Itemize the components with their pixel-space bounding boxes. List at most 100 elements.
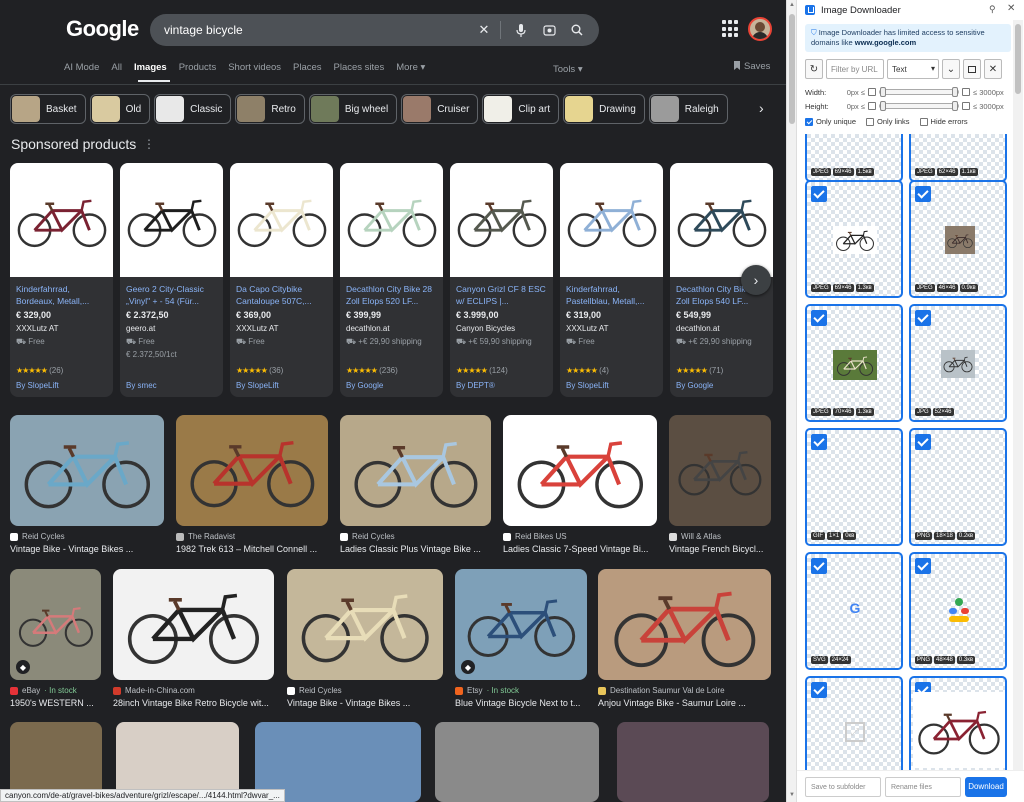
filter-chip-classic[interactable]: Classic bbox=[154, 94, 232, 124]
selected-checkbox[interactable] bbox=[811, 558, 827, 574]
result-image[interactable]: ◆ bbox=[10, 569, 101, 680]
product-image[interactable] bbox=[120, 163, 223, 277]
tab-places[interactable]: Places bbox=[293, 62, 322, 78]
result-image[interactable] bbox=[669, 415, 771, 526]
close-panel-icon[interactable]: ✕ bbox=[1007, 3, 1015, 14]
result-source[interactable]: Destination Saumur Val de Loire bbox=[598, 686, 771, 695]
product-title[interactable]: Kinderfahrrad, Pastellblau, Metall,... bbox=[566, 283, 657, 307]
selected-checkbox[interactable] bbox=[915, 310, 931, 326]
hide-errors-checkbox[interactable] bbox=[919, 117, 928, 126]
subfolder-input[interactable]: Save to subfolder bbox=[805, 776, 881, 797]
selected-checkbox[interactable] bbox=[811, 186, 827, 202]
hide-errors-option[interactable]: Hide errors bbox=[919, 117, 968, 126]
image-result[interactable]: Made-in-China.com 28inch Vintage Bike Re… bbox=[113, 569, 274, 708]
height-slider[interactable] bbox=[879, 101, 959, 111]
selected-checkbox[interactable] bbox=[811, 682, 827, 698]
filter-url-input[interactable]: Filter by URL bbox=[826, 59, 884, 79]
tab-short-videos[interactable]: Short videos bbox=[228, 62, 281, 78]
microphone-icon[interactable] bbox=[509, 18, 533, 42]
filter-chip-raleigh[interactable]: Raleigh bbox=[648, 94, 728, 124]
result-source[interactable]: The Radavist bbox=[176, 532, 328, 541]
only-unique-checkbox[interactable] bbox=[805, 117, 813, 126]
product-card[interactable]: Da Capo Citybike Cantaloupe 507C,... € 3… bbox=[230, 163, 333, 397]
camera-lens-icon[interactable] bbox=[537, 18, 561, 42]
only-links-option[interactable]: Only links bbox=[866, 117, 910, 126]
result-image[interactable] bbox=[113, 569, 274, 680]
image-result[interactable]: The Radavist 1982 Trek 613 – Mitchell Co… bbox=[176, 415, 328, 554]
result-source[interactable]: Etsy · In stock bbox=[455, 686, 587, 695]
apps-grid-icon[interactable] bbox=[722, 20, 740, 38]
saves-button[interactable]: Saves bbox=[733, 61, 770, 72]
product-title[interactable]: Canyon Grizl CF 8 ESC w/ ECLIPS |... bbox=[456, 283, 547, 307]
tab-all[interactable]: All bbox=[111, 62, 122, 78]
profile-avatar[interactable] bbox=[748, 17, 772, 41]
filter-mode-select[interactable]: Text bbox=[887, 59, 939, 79]
result-title[interactable]: Blue Vintage Bicycle Next to t... bbox=[455, 698, 587, 708]
image-result[interactable]: Reid Bikes US Ladies Classic 7-Speed Vin… bbox=[503, 415, 657, 554]
image-tile[interactable] bbox=[909, 676, 1007, 770]
refresh-button[interactable]: ↻ bbox=[805, 59, 823, 79]
image-result[interactable]: Reid Cycles Vintage Bike - Vintage Bikes… bbox=[10, 415, 164, 554]
image-tile[interactable]: JPEG 62×46 1.1кв bbox=[909, 134, 1007, 182]
scroll-up-arrow-icon[interactable]: ▲ bbox=[788, 2, 796, 8]
clear-icon[interactable]: ✕ bbox=[472, 18, 496, 42]
rename-files-input[interactable]: Rename files bbox=[885, 776, 961, 797]
tab-more[interactable]: More ▾ bbox=[396, 62, 425, 78]
result-source[interactable]: Reid Bikes US bbox=[503, 532, 657, 541]
panel-scroll-thumb[interactable] bbox=[1015, 24, 1021, 94]
product-card[interactable]: Geero 2 City-Classic „Vinyl" + - 54 (Für… bbox=[120, 163, 223, 397]
product-card[interactable]: Kinderfahrrad, Pastellblau, Metall,... €… bbox=[560, 163, 663, 397]
page-scrollbar[interactable]: ▲ ▼ bbox=[786, 0, 796, 802]
image-tile[interactable]: JPEG 69×46 1.3кв bbox=[805, 180, 903, 298]
image-tile[interactable]: ⤢ bbox=[805, 676, 903, 770]
download-button[interactable]: Download bbox=[965, 776, 1007, 797]
product-image[interactable] bbox=[230, 163, 333, 277]
only-links-checkbox[interactable] bbox=[866, 117, 875, 126]
product-title[interactable]: Geero 2 City-Classic „Vinyl" + - 54 (Für… bbox=[126, 283, 217, 307]
result-title[interactable]: 1950's WESTERN ... bbox=[10, 698, 101, 708]
height-min-checkbox[interactable] bbox=[868, 102, 876, 110]
selected-checkbox[interactable] bbox=[915, 186, 931, 202]
clear-filter-button[interactable]: ✕ bbox=[984, 59, 1002, 79]
image-result[interactable]: Reid Cycles Vintage Bike - Vintage Bikes… bbox=[287, 569, 443, 708]
result-title[interactable]: Vintage French Bicycl... bbox=[669, 544, 771, 554]
only-unique-option[interactable]: Only unique bbox=[805, 117, 856, 126]
result-source[interactable]: Reid Cycles bbox=[10, 532, 164, 541]
result-image[interactable]: ◆ bbox=[455, 569, 587, 680]
image-result[interactable]: Will & Atlas Vintage French Bicycl... bbox=[669, 415, 771, 554]
result-image[interactable] bbox=[435, 722, 599, 802]
filter-chip-cruiser[interactable]: Cruiser bbox=[401, 94, 479, 124]
image-tile[interactable]: JPEG 70×46 1.3кв bbox=[805, 304, 903, 422]
filter-chip-retro[interactable]: Retro bbox=[235, 94, 305, 124]
panel-scrollbar[interactable] bbox=[1013, 20, 1023, 780]
result-image[interactable] bbox=[287, 569, 443, 680]
filter-chip-big-wheel[interactable]: Big wheel bbox=[308, 94, 398, 124]
product-title[interactable]: Decathlon City Bike 28 Zoll Elops 520 LF… bbox=[346, 283, 437, 307]
selected-checkbox[interactable] bbox=[915, 434, 931, 450]
image-result[interactable]: Reid Cycles Ladies Classic Plus Vintage … bbox=[340, 415, 491, 554]
product-title[interactable]: Kinderfahrrad, Bordeaux, Metall,... bbox=[16, 283, 107, 307]
page-scroll-thumb[interactable] bbox=[789, 14, 795, 124]
image-tile[interactable]: JPEG 46×46 0.9кв bbox=[909, 180, 1007, 298]
image-result[interactable] bbox=[617, 722, 769, 802]
result-image[interactable] bbox=[598, 569, 771, 680]
width-slider[interactable] bbox=[879, 87, 959, 97]
result-image[interactable] bbox=[176, 415, 328, 526]
chevron-right-icon[interactable]: › bbox=[759, 100, 764, 116]
selected-checkbox[interactable] bbox=[811, 434, 827, 450]
result-title[interactable]: Ladies Classic 7-Speed Vintage Bi... bbox=[503, 544, 657, 554]
ad-attribution[interactable]: By smec bbox=[126, 381, 157, 390]
product-image[interactable] bbox=[560, 163, 663, 277]
scroll-down-arrow-icon[interactable]: ▼ bbox=[788, 792, 796, 798]
image-result[interactable] bbox=[435, 722, 599, 802]
result-image[interactable] bbox=[617, 722, 769, 802]
ad-attribution[interactable]: By DEPT® bbox=[456, 381, 495, 390]
result-title[interactable]: Anjou Vintage Bike - Saumur Loire ... bbox=[598, 698, 771, 708]
image-tile[interactable]: PNG 48×48 0.3кв bbox=[909, 552, 1007, 670]
product-image[interactable] bbox=[670, 163, 773, 277]
product-image[interactable] bbox=[340, 163, 443, 277]
width-max-checkbox[interactable] bbox=[962, 88, 970, 96]
result-image[interactable] bbox=[340, 415, 491, 526]
product-card[interactable]: Decathlon City Bike 28 Zoll Elops 520 LF… bbox=[340, 163, 443, 397]
image-tile[interactable]: JPEG 69×46 1.5кв bbox=[805, 134, 903, 182]
